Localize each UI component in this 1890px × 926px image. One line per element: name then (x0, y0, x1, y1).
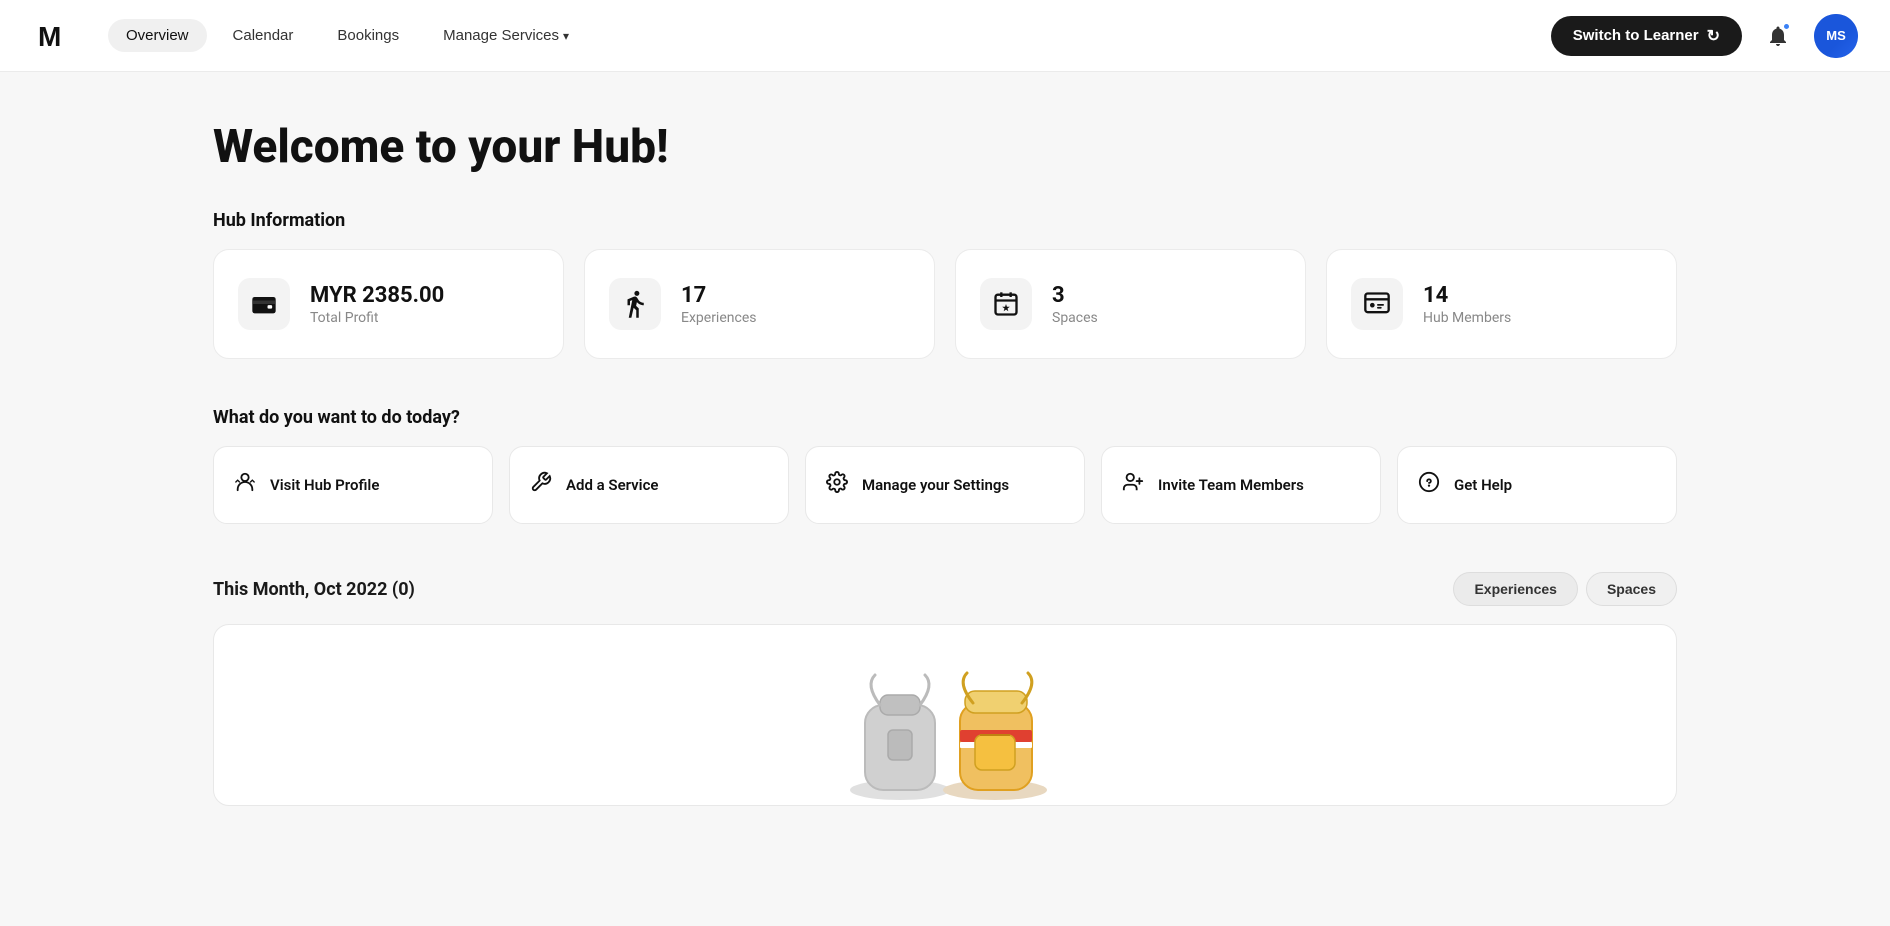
spaces-icon-wrap (980, 278, 1032, 330)
action-visit-hub-profile[interactable]: Visit Hub Profile (213, 446, 493, 524)
stat-card-experiences: 17 Experiences (584, 249, 935, 359)
invite-team-icon (1122, 471, 1144, 499)
visit-hub-profile-label: Visit Hub Profile (270, 476, 379, 494)
stat-card-hub-members: 14 Hub Members (1326, 249, 1677, 359)
wallet-icon (250, 290, 278, 318)
members-icon (1363, 290, 1391, 318)
empty-illustration (785, 635, 1105, 805)
nav-link-manage-services[interactable]: Manage Services ▾ (425, 19, 587, 52)
hub-members-value: 14 (1423, 283, 1511, 308)
nav-link-bookings[interactable]: Bookings (319, 19, 417, 52)
tab-experiences[interactable]: Experiences (1453, 572, 1578, 606)
add-service-label: Add a Service (566, 476, 658, 494)
hub-info-title: Hub Information (213, 210, 1677, 231)
stat-card-profit: MYR 2385.00 Total Profit (213, 249, 564, 359)
hub-information-section: Hub Information MYR 2385.00 Total Profit (213, 210, 1677, 359)
hub-members-label: Hub Members (1423, 310, 1511, 326)
chevron-down-icon: ▾ (563, 29, 569, 43)
members-icon-wrap (1351, 278, 1403, 330)
actions-title: What do you want to do today? (213, 407, 1677, 428)
avatar-button[interactable]: MS (1814, 14, 1858, 58)
experiences-icon-wrap (609, 278, 661, 330)
action-invite-team[interactable]: Invite Team Members (1101, 446, 1381, 524)
hub-profile-icon (234, 471, 256, 499)
stats-grid: MYR 2385.00 Total Profit 17 Experiences (213, 249, 1677, 359)
action-add-service[interactable]: Add a Service (509, 446, 789, 524)
avatar: MS (1814, 14, 1858, 58)
profit-value: MYR 2385.00 (310, 283, 444, 308)
nav-right: Switch to Learner ↻ MS (1551, 14, 1858, 58)
add-service-icon (530, 471, 552, 499)
settings-icon (826, 471, 848, 499)
monthly-header: This Month, Oct 2022 (0) Experiences Spa… (213, 572, 1677, 606)
monthly-title: This Month, Oct 2022 (0) (213, 579, 415, 600)
svg-text:M: M (38, 21, 61, 52)
stat-card-spaces: 3 Spaces (955, 249, 1306, 359)
experiences-label: Experiences (681, 310, 756, 326)
main-content: Welcome to your Hub! Hub Information MYR… (165, 72, 1725, 806)
navbar: M Overview Calendar Bookings Manage Serv… (0, 0, 1890, 72)
actions-grid: Visit Hub Profile Add a Service Man (213, 446, 1677, 524)
calendar-star-icon (992, 290, 1020, 318)
action-get-help[interactable]: Get Help (1397, 446, 1677, 524)
switch-icon: ↻ (1707, 26, 1720, 46)
spaces-value: 3 (1052, 283, 1098, 308)
wallet-icon-wrap (238, 278, 290, 330)
get-help-label: Get Help (1454, 476, 1512, 494)
switch-learner-button[interactable]: Switch to Learner ↻ (1551, 16, 1742, 56)
help-icon (1418, 471, 1440, 499)
logo[interactable]: M (32, 14, 76, 58)
nav-link-overview[interactable]: Overview (108, 19, 207, 52)
manage-settings-label: Manage your Settings (862, 476, 1009, 494)
tab-spaces[interactable]: Spaces (1586, 572, 1677, 606)
monthly-section: This Month, Oct 2022 (0) Experiences Spa… (213, 572, 1677, 806)
action-manage-settings[interactable]: Manage your Settings (805, 446, 1085, 524)
monthly-chart-area (213, 624, 1677, 806)
actions-section: What do you want to do today? Visit Hub … (213, 407, 1677, 524)
page-title: Welcome to your Hub! (213, 120, 1677, 174)
notification-dot (1782, 22, 1791, 31)
profit-label: Total Profit (310, 310, 444, 326)
invite-team-label: Invite Team Members (1158, 476, 1304, 494)
empty-state-illustration (214, 625, 1676, 805)
monthly-tabs: Experiences Spaces (1453, 572, 1677, 606)
nav-links: Overview Calendar Bookings Manage Servic… (108, 19, 1551, 52)
logo-icon: M (32, 14, 76, 58)
notifications-button[interactable] (1758, 16, 1798, 56)
nav-link-calendar[interactable]: Calendar (215, 19, 312, 52)
experiences-value: 17 (681, 283, 756, 308)
spaces-label: Spaces (1052, 310, 1098, 326)
experiences-icon (620, 289, 650, 319)
